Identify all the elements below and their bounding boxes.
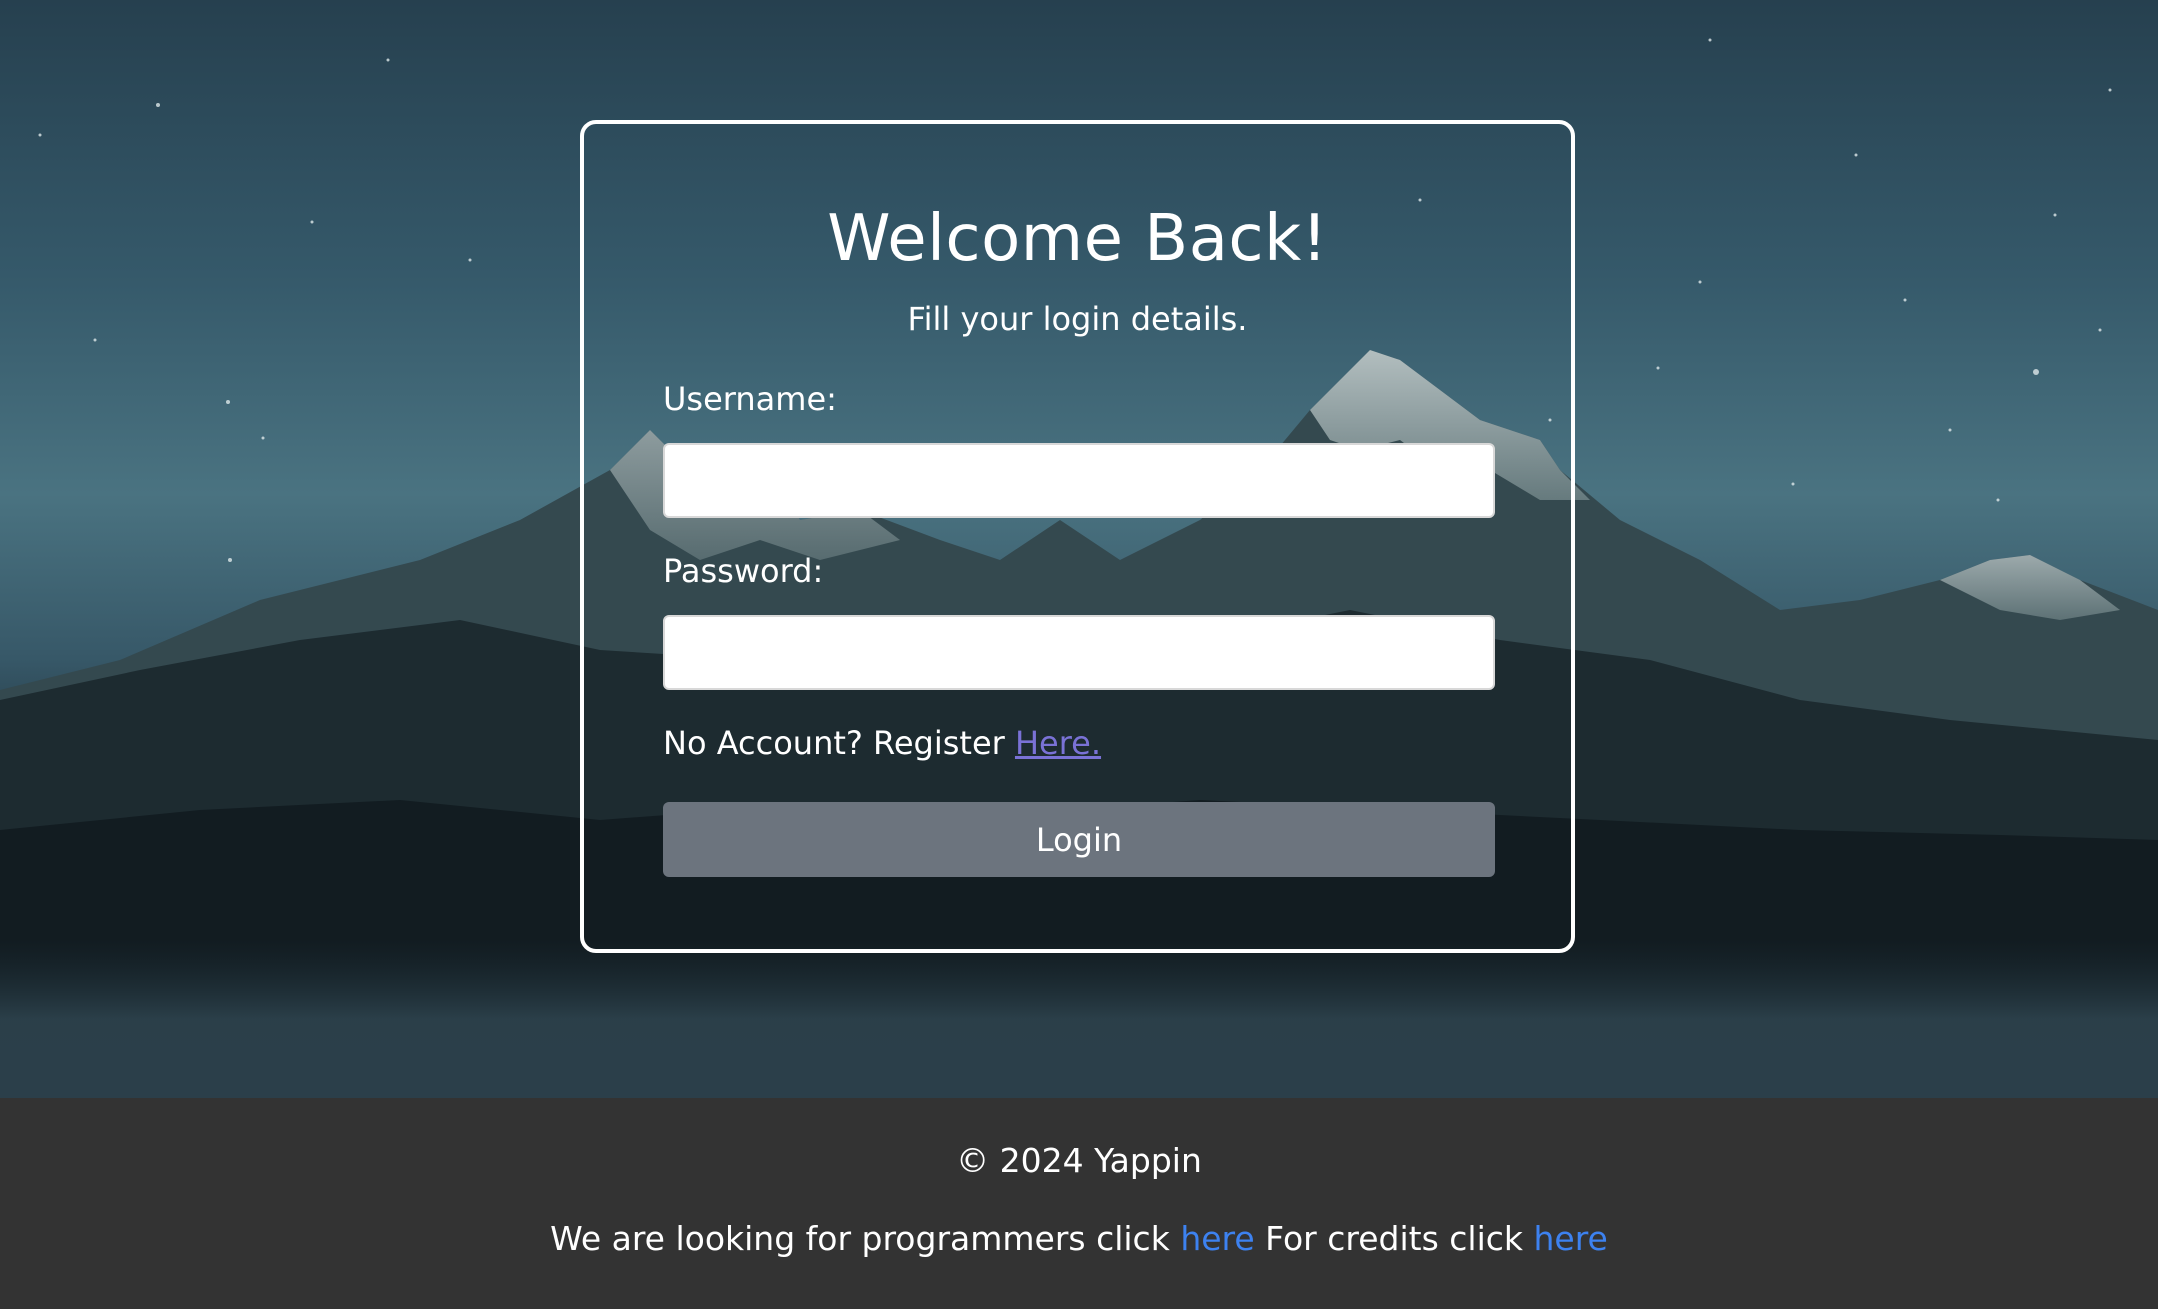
programmers-text: We are looking for programmers click xyxy=(550,1219,1181,1258)
footer-copyright: © 2024 Yappin xyxy=(956,1141,1202,1180)
login-page: Welcome Back! Fill your login details. U… xyxy=(0,0,2158,1309)
page-subtitle: Fill your login details. xyxy=(907,300,1248,338)
footer-links: We are looking for programmers click her… xyxy=(0,1219,2158,1258)
programmers-link[interactable]: here xyxy=(1180,1219,1254,1258)
password-label: Password: xyxy=(663,552,824,590)
footer: © 2024 Yappin We are looking for program… xyxy=(0,1098,2158,1309)
mountain-background: Welcome Back! Fill your login details. U… xyxy=(0,0,2158,1098)
password-input[interactable] xyxy=(663,615,1495,690)
username-input[interactable] xyxy=(663,443,1495,518)
login-button[interactable]: Login xyxy=(663,802,1495,877)
credits-link[interactable]: here xyxy=(1533,1219,1607,1258)
register-prompt: No Account? Register Here. xyxy=(663,724,1101,762)
page-title: Welcome Back! xyxy=(827,202,1328,276)
login-card: Welcome Back! Fill your login details. U… xyxy=(580,120,1575,953)
credits-text: For credits click xyxy=(1254,1219,1534,1258)
username-label: Username: xyxy=(663,380,837,418)
register-prompt-text: No Account? Register xyxy=(663,724,1015,762)
register-link[interactable]: Here. xyxy=(1015,724,1101,762)
